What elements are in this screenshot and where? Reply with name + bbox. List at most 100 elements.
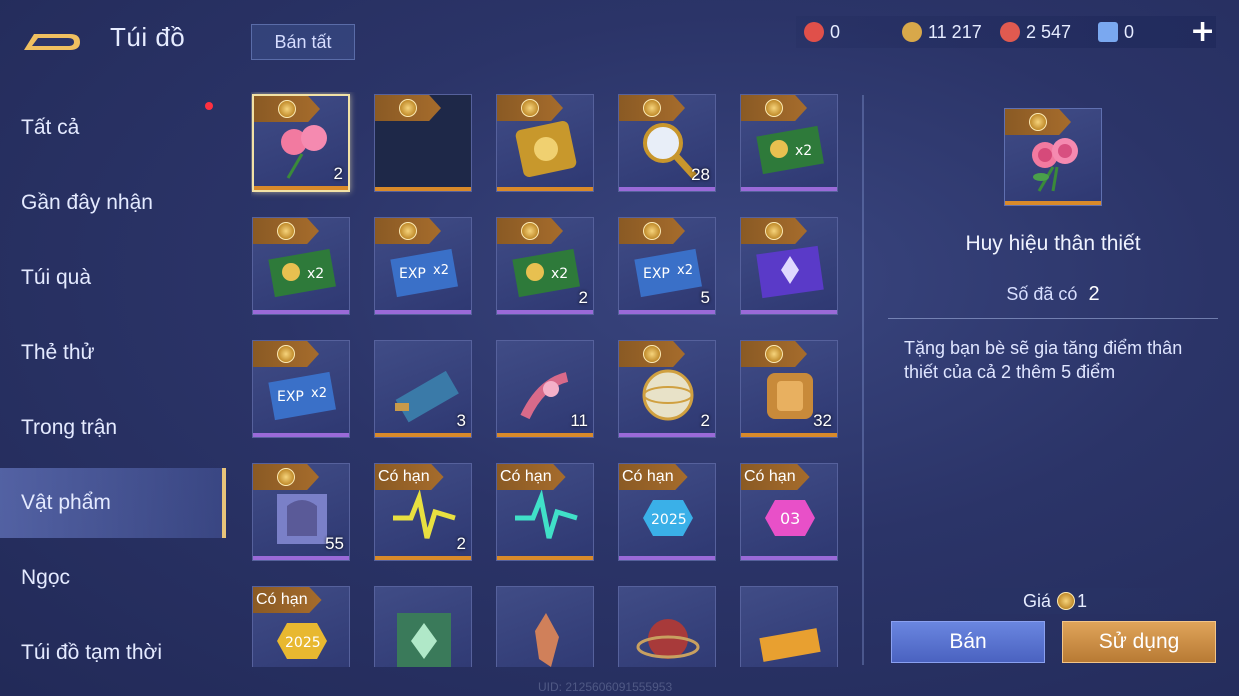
svg-text:03: 03	[780, 509, 800, 528]
back-icon[interactable]	[20, 22, 84, 58]
inventory-slot-badge-2025-gold-item[interactable]: 2025 Có hạn	[252, 586, 350, 667]
yellow-pulse-icon	[393, 489, 456, 539]
coin-icon	[1029, 113, 1047, 131]
coin-icon	[278, 100, 296, 118]
coin-tag	[253, 464, 319, 490]
sidebar-item-gems[interactable]: Ngọc	[0, 543, 226, 613]
teal-pulse-icon	[515, 489, 578, 539]
rarity-bar	[619, 187, 715, 191]
coin-icon	[521, 99, 539, 117]
pink-rose-icon	[281, 125, 327, 179]
rarity-bar	[375, 187, 471, 191]
item-count: 2	[333, 164, 343, 183]
sell-button[interactable]: Bán	[891, 621, 1045, 663]
item-count: 32	[813, 411, 832, 430]
svg-text:x2: x2	[307, 266, 324, 282]
selected-item-icon	[1004, 108, 1102, 206]
rose-icon	[1032, 138, 1078, 192]
sidebar-item-trial-cards[interactable]: Thẻ thử	[0, 318, 226, 388]
item-name: Huy hiệu thân thiết	[965, 232, 1141, 255]
currency-bar: 0 11 217 2 547 0	[796, 16, 1216, 48]
coin-icon	[1057, 592, 1075, 610]
rarity-bar	[253, 310, 349, 314]
rarity-bar	[497, 310, 593, 314]
rarity-bar	[497, 187, 593, 191]
sidebar-item-in-battle[interactable]: Trong trận	[0, 393, 226, 463]
rarity-bar	[619, 433, 715, 437]
use-button[interactable]: Sử dụng	[1062, 621, 1216, 663]
rarity-bar	[253, 556, 349, 560]
inventory-slot-exp-x2-card-item[interactable]: EXP x2 5	[618, 217, 716, 315]
rarity-bar	[741, 310, 837, 314]
add-currency-button[interactable]: +	[1190, 17, 1215, 47]
svg-text:x2: x2	[311, 386, 327, 401]
rarity-bar	[497, 556, 593, 560]
item-count: 2	[578, 288, 588, 307]
limited-tag: Có hạn	[253, 587, 322, 613]
sell-all-button[interactable]: Bán tất	[251, 24, 355, 60]
rarity-bar	[375, 556, 471, 560]
cosmic-orb-icon	[636, 619, 700, 659]
gold-card-icon	[515, 121, 577, 177]
sidebar-item-gift-bags[interactable]: Túi quà	[0, 243, 226, 313]
inventory-slot-green-emblem-item[interactable]	[374, 586, 472, 667]
inventory-slot-gold-card-item[interactable]	[496, 94, 594, 192]
currency-gold: 11 217	[902, 20, 982, 44]
inventory-slot-teal-pulse-item[interactable]: Có hạn	[496, 463, 594, 561]
rarity-bar	[741, 433, 837, 437]
rarity-bar	[375, 310, 471, 314]
inventory-slot-flower-scroll-item[interactable]: 11	[496, 340, 594, 438]
inventory-slot-gold-x2-card-item[interactable]: x2 2	[496, 217, 594, 315]
inventory-slot-gold-orb-item[interactable]: 2	[618, 340, 716, 438]
inventory-slot-badge-03-pink-item[interactable]: 03 Có hạn	[740, 463, 838, 561]
inventory-slot-pink-rose-item[interactable]: 2	[252, 94, 350, 192]
inventory-slot-cosmic-orb-item[interactable]	[618, 586, 716, 667]
owned-count-row: Số đã có 2	[870, 283, 1236, 306]
sidebar: Tất cả Gần đây nhận Túi quà Thẻ thử Tron…	[0, 90, 226, 696]
limited-label: Có hạn	[378, 468, 430, 485]
inventory-slot-yellow-pulse-item[interactable]: Có hạn 2	[374, 463, 472, 561]
coin-icon	[277, 468, 295, 486]
coin-icon	[765, 222, 783, 240]
gold-x2-card-icon: x2	[268, 248, 337, 298]
coin-icon	[643, 345, 661, 363]
currency-value: 0	[1124, 21, 1135, 42]
crystal-shard-icon	[535, 613, 559, 667]
item-count: 11	[570, 411, 588, 430]
price-label: Giá	[1022, 591, 1051, 611]
rarity-bar	[619, 556, 715, 560]
inventory-slot-crystal-shard-item[interactable]	[496, 586, 594, 667]
coin-tag	[741, 341, 807, 367]
inventory-slot-scroll-map-item[interactable]: 3	[374, 340, 472, 438]
inventory-slot-gold-armor-item[interactable]: 32	[740, 340, 838, 438]
sidebar-item-recent[interactable]: Gần đây nhận	[0, 168, 226, 238]
sidebar-item-temp-bag[interactable]: Túi đồ tạm thời	[0, 618, 226, 688]
panel-divider	[862, 95, 864, 665]
inventory-slot-purple-crystal-card-item[interactable]	[740, 217, 838, 315]
coin-tag	[253, 218, 319, 244]
inventory-slot-badge-2025-blue-item[interactable]: 2025 Có hạn	[618, 463, 716, 561]
item-count: 2	[456, 534, 466, 553]
inventory-slot-silver-helmet-item[interactable]: 55	[252, 463, 350, 561]
item-description: Tặng bạn bè sẽ gia tăng điểm thân thiết …	[904, 338, 1183, 382]
sidebar-item-items[interactable]: Vật phẩm	[0, 468, 226, 538]
owned-value: 2	[1088, 283, 1100, 305]
inventory-slot-exp-x2-card-item[interactable]: EXP x2	[374, 217, 472, 315]
sidebar-item-all[interactable]: Tất cả	[0, 93, 226, 163]
coin-tag	[619, 218, 685, 244]
inventory-slot-empty-dark-item[interactable]	[374, 94, 472, 192]
svg-text:EXP: EXP	[399, 266, 426, 282]
inventory-slot-gold-x2-card-item[interactable]: x2	[252, 217, 350, 315]
coin-tag	[497, 95, 563, 121]
inventory-slot-gold-x2-card-item[interactable]: x2	[740, 94, 838, 192]
inventory-slot-magnifier-item[interactable]: 28	[618, 94, 716, 192]
svg-text:x2: x2	[677, 263, 693, 278]
inventory-slot-anniversary-ticket-item[interactable]	[740, 586, 838, 667]
limited-label: Có hạn	[256, 591, 308, 608]
svg-text:x2: x2	[551, 266, 568, 282]
coin-icon	[643, 99, 661, 117]
badge-03-pink-icon: 03	[765, 500, 815, 536]
currency-red-gem: 0	[804, 20, 840, 44]
inventory-slot-exp-x2-card-item[interactable]: EXP x2	[252, 340, 350, 438]
green-emblem-icon	[397, 613, 451, 667]
